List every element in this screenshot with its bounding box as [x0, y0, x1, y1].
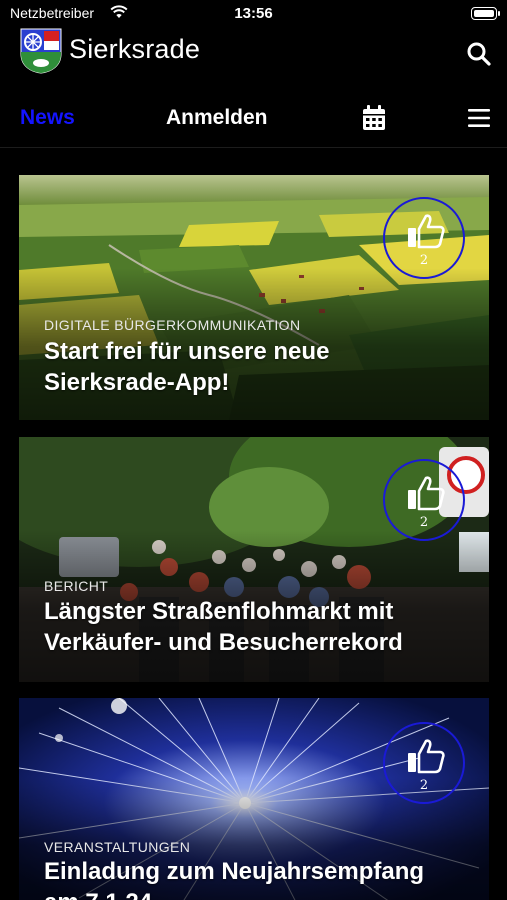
app-header: Sierksrade	[0, 26, 507, 78]
like-button[interactable]: 2	[383, 459, 465, 541]
village-crest-icon	[20, 28, 62, 74]
calendar-icon[interactable]	[362, 105, 386, 131]
search-icon[interactable]	[465, 40, 493, 68]
card-category: Veranstaltungen	[44, 839, 191, 855]
card-category: Bericht	[44, 578, 109, 594]
card-title: Längster Straßenflohmarkt mit Verkäufer-…	[44, 598, 403, 656]
like-count: 2	[419, 778, 429, 793]
like-count: 2	[419, 515, 429, 530]
news-card[interactable]: 2 Veranstaltungen Einladung zum Neujahrs…	[19, 698, 489, 900]
thumbs-up-icon	[408, 476, 445, 511]
menu-icon[interactable]	[468, 108, 490, 128]
nav-divider	[0, 147, 507, 148]
card-title: Start frei für unsere neue Sierksrade-Ap…	[44, 338, 330, 396]
tab-news[interactable]: News	[20, 106, 75, 130]
app-title: Sierksrade	[69, 34, 201, 64]
thumbs-up-icon	[408, 214, 445, 249]
card-category: Digitale Bürgerkommunikation	[44, 317, 301, 333]
battery-icon	[471, 7, 500, 20]
thumbs-up-icon	[408, 739, 445, 774]
news-card[interactable]: 2 Digitale Bürgerkommunikation Start fre…	[19, 175, 489, 420]
like-button[interactable]: 2	[383, 197, 465, 279]
like-button[interactable]: 2	[383, 722, 465, 804]
news-card[interactable]: 2 Bericht Längster Straßenflohmarkt mit …	[19, 437, 489, 682]
status-bar: Netzbetreiber 13:56	[0, 0, 507, 26]
top-navigation: News Anmelden	[0, 92, 507, 144]
card-title: Einladung zum Neujahrsempfang am 7.1.24	[44, 858, 425, 900]
like-count: 2	[419, 253, 429, 268]
tab-anmelden[interactable]: Anmelden	[166, 106, 268, 130]
status-time: 13:56	[234, 5, 273, 22]
